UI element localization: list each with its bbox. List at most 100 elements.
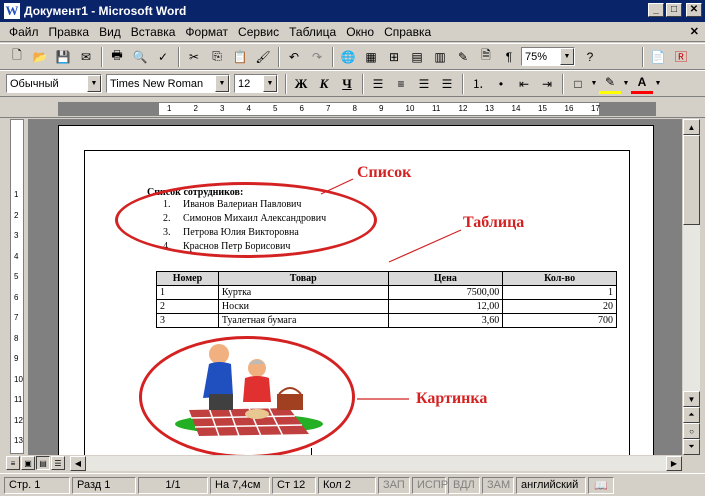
font-size-select[interactable]: 12 ▼ — [234, 74, 278, 93]
tables-borders-icon[interactable]: ▦ — [360, 46, 382, 67]
borders-icon[interactable]: □ — [567, 73, 589, 94]
spelling-status-icon[interactable]: 📖 — [588, 476, 614, 494]
save-icon[interactable]: 💾 — [52, 46, 74, 67]
justify-icon[interactable]: ☰ — [436, 73, 458, 94]
close-button[interactable]: ✕ — [686, 3, 702, 17]
align-center-icon[interactable]: ≡ — [390, 73, 412, 94]
ruler-mark: 13 — [14, 436, 23, 445]
bullets-icon[interactable]: • — [490, 73, 512, 94]
status-record[interactable]: ЗАП — [378, 476, 410, 494]
status-pages: 1/1 — [138, 476, 208, 494]
ruler-mark: 10 — [405, 104, 415, 113]
table-cell: Куртка — [217, 285, 389, 300]
highlight-icon[interactable]: ✎ — [599, 73, 621, 94]
status-column: Кол 2 — [318, 476, 376, 494]
menu-item-3[interactable]: Вставка — [126, 25, 181, 39]
menu-item-6[interactable]: Таблица — [284, 25, 341, 39]
normal-view-icon[interactable]: ≡ — [6, 456, 20, 470]
print-layout-icon[interactable]: ▤ — [36, 456, 50, 470]
ruler-mark: 5 — [14, 272, 19, 281]
outline-view-icon[interactable]: ☰ — [51, 456, 65, 470]
next-page-icon[interactable]: ⏷ — [683, 439, 700, 455]
scroll-thumb[interactable] — [683, 135, 700, 225]
underline-button[interactable]: Ч — [336, 73, 358, 94]
select-browse-object-icon[interactable]: ○ — [683, 423, 700, 439]
menu-item-7[interactable]: Окно — [341, 25, 379, 39]
zoom-select[interactable]: 75% ▼ — [521, 47, 575, 66]
scroll-left-icon[interactable]: ◀ — [70, 456, 86, 471]
horizontal-scrollbar-track[interactable] — [86, 456, 669, 471]
status-language[interactable]: английский — [516, 476, 586, 494]
numbering-icon[interactable]: ⒈ — [467, 73, 489, 94]
font-select[interactable]: Times New Roman ▼ — [106, 74, 230, 93]
previous-page-icon[interactable]: ⏶ — [683, 407, 700, 423]
ruler-mark: 8 — [14, 333, 19, 343]
format-painter-icon[interactable]: 🖌 — [252, 46, 274, 67]
menu-item-1[interactable]: Правка — [44, 25, 95, 39]
chevron-down-icon[interactable]: ▼ — [87, 75, 101, 92]
chevron-down-icon[interactable]: ▼ — [560, 48, 574, 65]
align-right-icon[interactable]: ☰ — [413, 73, 435, 94]
spelling-icon[interactable]: ✓ — [152, 46, 174, 67]
status-track-changes[interactable]: ИСПР — [412, 476, 448, 494]
vertical-ruler[interactable]: 1 2 3 4 5 6 7 8 9 10 11 12 13 — [10, 119, 24, 454]
chevron-down-icon[interactable]: ▼ — [215, 75, 229, 92]
word-app-icon[interactable]: W — [4, 3, 20, 19]
ruler-mark: 3 — [220, 104, 225, 113]
table-row: 3 Туалетная бумага 3,60 700 — [156, 313, 617, 328]
copy-icon[interactable]: ⎘ — [206, 46, 228, 67]
web-layout-icon[interactable]: ▣ — [21, 456, 35, 470]
font-value: Times New Roman — [110, 77, 204, 90]
paste-icon[interactable]: 📋 — [229, 46, 251, 67]
insert-table-icon[interactable]: ⊞ — [383, 46, 405, 67]
chevron-down-icon[interactable]: ▼ — [622, 73, 630, 94]
document-page[interactable]: Список сотрудников: 1. Иванов Валериан Па… — [58, 125, 654, 455]
show-hide-icon[interactable]: ¶ — [498, 46, 520, 67]
horizontal-ruler[interactable]: 1 2 3 4 5 6 7 8 9 10 11 12 13 14 15 16 17 — [58, 102, 656, 116]
columns-icon[interactable]: ▥ — [429, 46, 451, 67]
font-color-icon[interactable]: A — [631, 73, 653, 94]
scroll-right-icon[interactable]: ▶ — [666, 456, 682, 471]
italic-button[interactable]: К — [313, 73, 335, 94]
permissions-icon[interactable]: ✉ — [75, 46, 97, 67]
cut-icon[interactable]: ✂ — [183, 46, 205, 67]
bold-button[interactable]: Ж — [290, 73, 312, 94]
menu-item-0[interactable]: Файл — [4, 25, 44, 39]
redo-icon[interactable]: ↷ — [306, 46, 328, 67]
chevron-down-icon[interactable]: ▼ — [590, 73, 598, 94]
chevron-down-icon[interactable]: ▼ — [263, 75, 277, 92]
document-area[interactable]: Список сотрудников: 1. Иванов Валериан Па… — [28, 119, 682, 455]
print-preview-icon[interactable]: 🔍 — [129, 46, 151, 67]
table-header-cell: Товар — [217, 271, 389, 286]
insert-excel-icon[interactable]: ▤ — [406, 46, 428, 67]
undo-icon[interactable]: ↶ — [283, 46, 305, 67]
pdf-mail-icon[interactable]: 🅁 — [670, 46, 692, 67]
vertical-scrollbar[interactable]: ▲ ▼ ⏶ ○ ⏷ — [683, 119, 700, 455]
chevron-down-icon[interactable]: ▼ — [654, 73, 662, 94]
scroll-up-icon[interactable]: ▲ — [683, 119, 700, 135]
ruler-mark: 2 — [14, 210, 19, 220]
increase-indent-icon[interactable]: ⇥ — [536, 73, 558, 94]
menu-item-4[interactable]: Формат — [180, 25, 233, 39]
maximize-button[interactable]: □ — [666, 3, 682, 17]
scroll-down-icon[interactable]: ▼ — [683, 391, 700, 407]
drawing-icon[interactable]: ✎ — [452, 46, 474, 67]
help-icon[interactable]: ? — [579, 46, 601, 67]
close-document-icon[interactable]: ✕ — [690, 25, 699, 38]
align-left-icon[interactable]: ☰ — [367, 73, 389, 94]
new-document-icon[interactable]: 🗋 — [6, 46, 28, 67]
menu-item-5[interactable]: Сервис — [233, 25, 284, 39]
open-icon[interactable]: 📂 — [29, 46, 51, 67]
style-select[interactable]: Обычный ▼ — [6, 74, 102, 93]
document-map-icon[interactable]: 🗎 — [475, 46, 497, 67]
hyperlink-icon[interactable]: 🌐 — [337, 46, 359, 67]
table-header-cell: Цена — [387, 271, 504, 286]
status-overtype[interactable]: ЗАМ — [482, 476, 514, 494]
pdf-icon[interactable]: 📄 — [647, 46, 669, 67]
menu-item-2[interactable]: Вид — [94, 25, 126, 39]
print-icon[interactable]: 🖶 — [106, 46, 128, 67]
decrease-indent-icon[interactable]: ⇤ — [513, 73, 535, 94]
menu-item-8[interactable]: Справка — [379, 25, 436, 39]
status-extend[interactable]: ВДЛ — [448, 476, 480, 494]
minimize-button[interactable]: _ — [648, 3, 664, 17]
